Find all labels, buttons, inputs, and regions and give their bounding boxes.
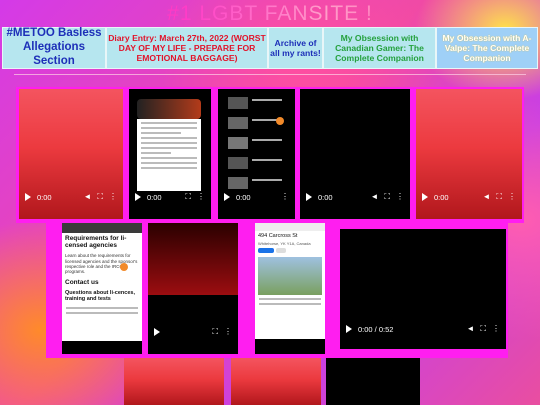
video-time: 0:00 (434, 192, 449, 202)
thumb-image (228, 177, 248, 189)
fullscreen-icon[interactable]: ⛶ (480, 325, 486, 333)
street-photo (258, 257, 322, 295)
more-icon[interactable]: ⋮ (281, 193, 289, 201)
video-player[interactable] (326, 358, 420, 405)
more-icon[interactable]: ⋮ (311, 328, 319, 336)
nav-link-archive[interactable]: Archive of all my rants! (268, 27, 323, 69)
volume-icon[interactable]: ◄ (370, 193, 378, 201)
play-icon[interactable] (261, 328, 267, 336)
video-time: 0:00 (273, 327, 288, 337)
fullscreen-icon[interactable]: ⛶ (384, 193, 390, 201)
nav-link-diary[interactable]: Diary Entry: March 27th, 2022 (WORST DAY… (106, 27, 268, 69)
volume-icon[interactable]: ◄ (466, 325, 474, 333)
nav-link-metoo[interactable]: #METOO Basless Allegations Section (2, 27, 106, 69)
thumb-image (228, 137, 248, 149)
screenshot-image (137, 119, 201, 191)
more-icon[interactable]: ⋮ (492, 325, 500, 333)
site-title: #1 LGBT FANSITE ! (0, 2, 540, 26)
top-nav: #METOO Basless Allegations Section Diary… (2, 27, 538, 69)
video-thumbnail (137, 99, 201, 119)
video-player[interactable]: 0:00 ◄ ⛶ ⋮ (300, 89, 410, 219)
thumb-image (228, 97, 248, 109)
nav-link-canadian-gamer[interactable]: My Obsession with Canadian Gamer: The Co… (323, 27, 436, 69)
more-icon[interactable]: ⋮ (396, 193, 404, 201)
play-icon[interactable] (422, 193, 428, 201)
thumb-image (228, 117, 248, 129)
play-icon[interactable] (68, 328, 74, 336)
video-player[interactable]: ⛶ ⋮ (148, 223, 238, 354)
video-player[interactable] (124, 358, 224, 405)
fullscreen-icon[interactable]: ⛶ (496, 193, 502, 201)
fab-icon (120, 263, 128, 271)
video-player[interactable]: 0:00 ◄ ⛶ ⋮ (416, 89, 522, 219)
more-icon[interactable]: ⋮ (224, 328, 232, 336)
map-title: 494 Carcross St (258, 233, 298, 239)
video-player[interactable]: 0:00 / 0:52 ◄ ⛶ ⋮ (340, 229, 506, 349)
fullscreen-icon[interactable]: ⛶ (185, 193, 191, 201)
play-icon[interactable] (154, 328, 160, 336)
more-icon[interactable]: ⋮ (128, 328, 136, 336)
video-time: 0:00 (318, 192, 333, 202)
video-time: 0:00 (236, 192, 251, 202)
fullscreen-icon[interactable]: ⛶ (212, 328, 218, 336)
video-time: 0:00 / 0:52 (358, 324, 394, 334)
volume-icon[interactable]: ◄ (482, 193, 490, 201)
video-time: 0:00 (147, 192, 162, 202)
more-icon[interactable]: ⋮ (197, 193, 205, 201)
play-icon[interactable] (135, 193, 141, 201)
fullscreen-icon[interactable]: ⛶ (97, 193, 103, 201)
play-icon[interactable] (224, 193, 230, 201)
article-title: Requirements for li-censed agencies (65, 235, 127, 250)
video-player[interactable]: 0:00 ◄ ⛶ ⋮ (19, 89, 123, 219)
article-question: Questions about li-cences, training and … (65, 289, 135, 302)
video-time: 0:00 (37, 192, 52, 202)
divider (14, 74, 526, 75)
video-player[interactable] (231, 358, 321, 405)
thumb-image (228, 157, 248, 169)
video-player[interactable]: 494 Carcross St Whitehorse, YK Y1A, Cana… (255, 223, 325, 354)
article-heading: Contact us (65, 278, 99, 286)
play-icon[interactable] (306, 193, 312, 201)
nav-link-a-valpe[interactable]: My Obsession with A-Valpe: The Complete … (436, 27, 538, 69)
play-icon[interactable] (25, 193, 31, 201)
video-player[interactable]: 0:00 ⛶ ⋮ (129, 89, 211, 219)
more-icon[interactable]: ⋮ (109, 193, 117, 201)
more-icon[interactable]: ⋮ (508, 193, 516, 201)
play-icon[interactable] (346, 325, 352, 333)
screenshot-image: 494 Carcross St Whitehorse, YK Y1A, Cana… (255, 223, 325, 339)
video-player[interactable]: 0:00 ⋮ (218, 89, 295, 219)
fab-icon (276, 117, 284, 125)
article-body: Learn about the requirements for license… (65, 253, 138, 275)
volume-icon[interactable]: ◄ (83, 193, 91, 201)
video-player[interactable]: Requirements for li-censed agencies Lear… (62, 223, 142, 354)
